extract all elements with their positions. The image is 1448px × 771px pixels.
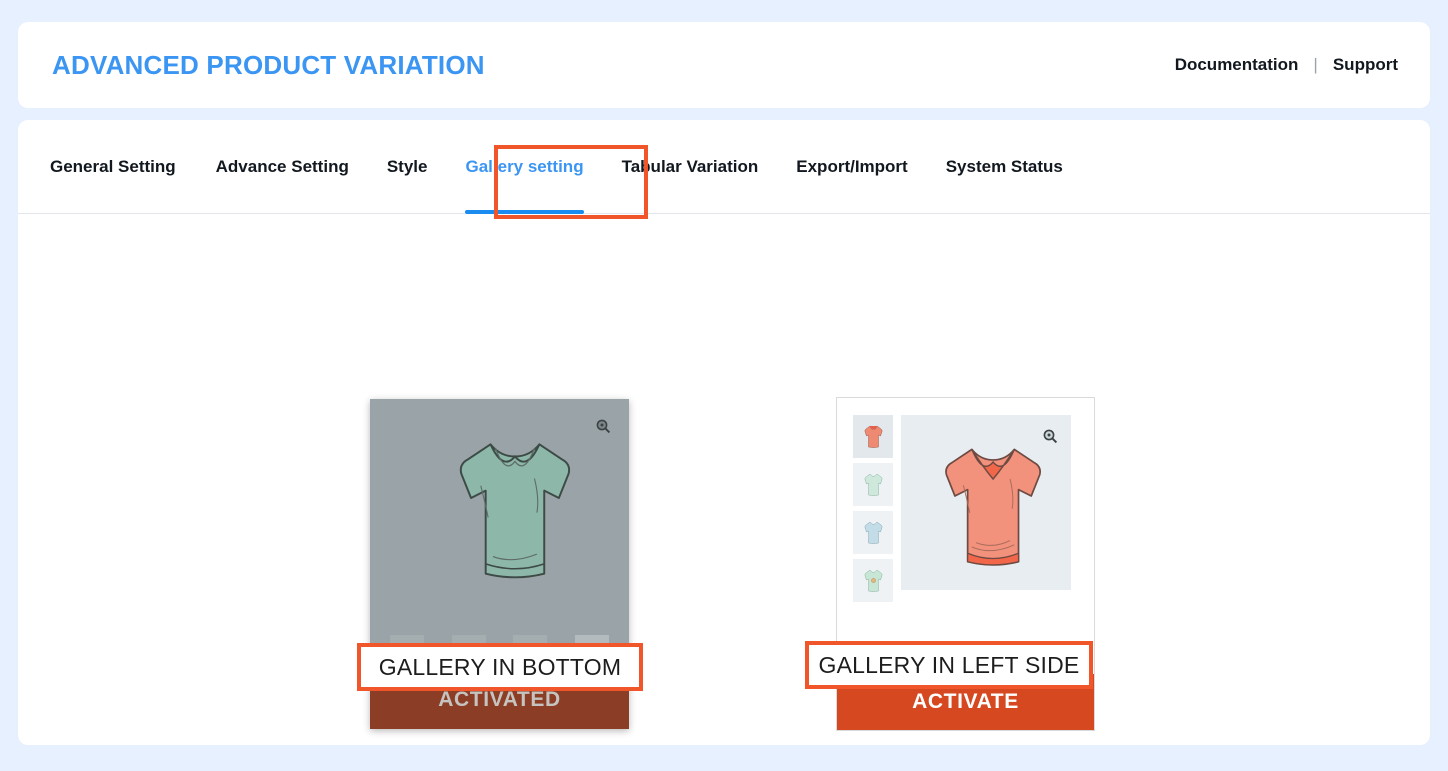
thumbnail-item-selected[interactable]	[853, 415, 893, 458]
thumbnail-item[interactable]	[853, 463, 893, 506]
thumbnail-item[interactable]	[853, 511, 893, 554]
main-product-image-bottom	[370, 399, 629, 633]
support-link[interactable]: Support	[1333, 55, 1398, 75]
thumbnail-item[interactable]	[853, 559, 893, 602]
tab-tabular-variation[interactable]: Tabular Variation	[603, 120, 778, 214]
documentation-link[interactable]: Documentation	[1175, 55, 1299, 75]
tshirt-illustration-green	[459, 443, 571, 579]
page-title: ADVANCED PRODUCT VARIATION	[52, 49, 485, 80]
gallery-left-body	[837, 398, 1094, 674]
tab-export-import[interactable]: Export/Import	[777, 120, 926, 214]
header-links: Documentation | Support	[1175, 55, 1398, 75]
header-card: ADVANCED PRODUCT VARIATION Documentation…	[18, 22, 1430, 108]
header-link-separator: |	[1313, 55, 1318, 74]
gallery-option-bottom-caption: GALLERY IN BOTTOM	[361, 647, 639, 687]
thumbnail-strip-left	[853, 415, 893, 674]
tab-style[interactable]: Style	[368, 120, 447, 214]
gallery-options-panel: ACTIVATED ACTIVATE	[18, 214, 1430, 745]
tab-bar: General Setting Advance Setting Style Ga…	[18, 120, 1430, 214]
tab-general-setting[interactable]: General Setting	[50, 120, 197, 214]
tab-gallery-setting[interactable]: Gallery setting	[446, 120, 602, 214]
main-product-image-left	[901, 415, 1071, 590]
content-card: General Setting Advance Setting Style Ga…	[18, 120, 1430, 745]
magnifier-icon[interactable]	[596, 419, 611, 434]
tab-system-status[interactable]: System Status	[927, 120, 1082, 214]
app-page: ADVANCED PRODUCT VARIATION Documentation…	[0, 0, 1448, 771]
magnifier-icon[interactable]	[1043, 429, 1058, 444]
gallery-option-left-caption: GALLERY IN LEFT SIDE	[809, 645, 1089, 685]
tab-advance-setting[interactable]: Advance Setting	[197, 120, 368, 214]
